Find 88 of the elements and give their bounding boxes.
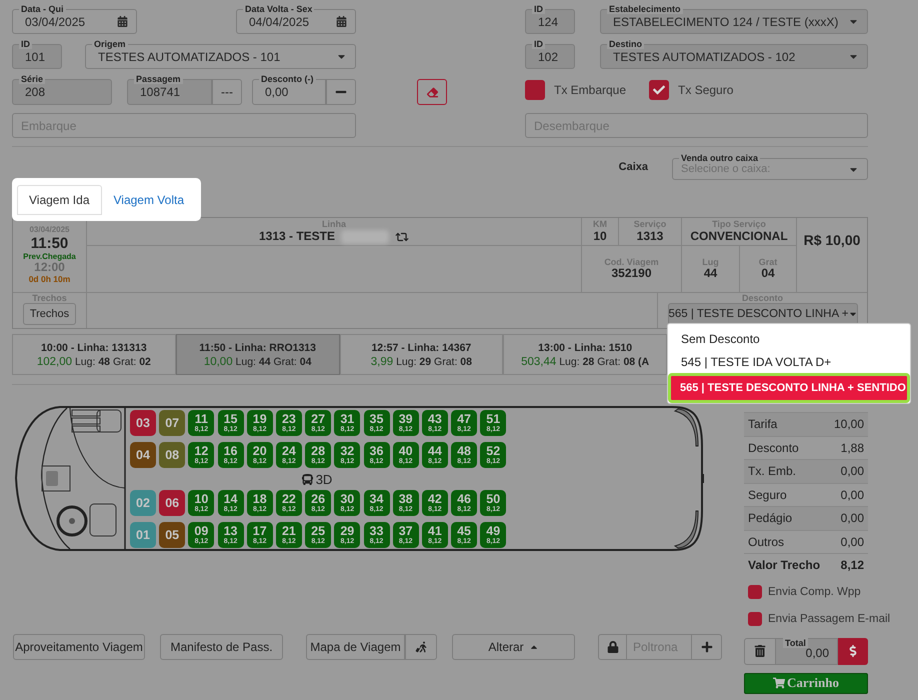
checkbox[interactable] bbox=[748, 584, 762, 598]
field-label: Série bbox=[19, 74, 46, 84]
summary-value: 1,88 bbox=[840, 440, 864, 455]
seats-value: 44 bbox=[704, 267, 718, 282]
plus-icon bbox=[700, 640, 712, 652]
checkbox[interactable] bbox=[525, 80, 545, 100]
trip-option-card[interactable]: 12:57 - Linha: 14367 3,99 Lug: 29 Grat: 08 bbox=[340, 334, 504, 375]
field-label: Desconto (-) bbox=[259, 74, 316, 84]
service-value: 1313 bbox=[636, 230, 664, 244]
field-label: ID bbox=[532, 4, 545, 14]
dropdown-option[interactable]: 565 | TESTE DESCONTO LINHA + SENTIDO bbox=[668, 373, 910, 403]
line-name: 1313 - TESTE bbox=[258, 230, 336, 244]
trip-option-card[interactable]: 10:00 - Linha: 131313 102,00 Lug: 48 Grat: 02 bbox=[12, 334, 176, 375]
bus-icon bbox=[302, 474, 313, 484]
summary-value: 10,00 bbox=[834, 417, 864, 432]
trip-code-value: 352190 bbox=[611, 267, 652, 282]
summary-value: 0,00 bbox=[840, 534, 864, 549]
action-button[interactable]: Manifesto de Pass. bbox=[160, 634, 283, 660]
summary-label: Seguro bbox=[748, 488, 787, 502]
seat[interactable]: 08 bbox=[159, 442, 186, 468]
checkbox-label: Tx Seguro bbox=[678, 82, 734, 96]
trip-duration: 0d 0h 10m bbox=[28, 274, 70, 285]
departure-time: 11:50 bbox=[30, 234, 68, 252]
trip-option-card[interactable]: 13:00 - Linha: 1510 503,44 Lug: 28 Grat: 08 (A bbox=[503, 334, 667, 375]
field-label: Total bbox=[783, 638, 808, 648]
field-label: ID bbox=[532, 39, 545, 49]
seat[interactable]: 01 bbox=[130, 522, 156, 548]
summary-label: Tarifa bbox=[748, 417, 778, 432]
pay-button[interactable] bbox=[838, 638, 868, 664]
trash-icon bbox=[754, 645, 766, 657]
blurred-text bbox=[341, 230, 390, 244]
seat[interactable]: 05 bbox=[159, 522, 186, 548]
field-label: Estabelecimento bbox=[607, 4, 683, 14]
summary-value: 8,12 bbox=[840, 558, 864, 572]
arrival-label: Prev.Chegada bbox=[23, 252, 76, 262]
field-label: Destino bbox=[607, 39, 644, 49]
seat[interactable]: 03 bbox=[130, 410, 156, 436]
seat[interactable]: 02 bbox=[130, 490, 156, 516]
summary-value: 0,00 bbox=[840, 464, 864, 478]
lock-icon bbox=[606, 640, 618, 652]
field-label: ID bbox=[19, 39, 32, 49]
trip-price: R$ 10,00 bbox=[804, 232, 860, 248]
action-button[interactable]: Mapa de Viagem bbox=[306, 634, 405, 660]
dropdown-button[interactable]: Alterar bbox=[452, 634, 575, 660]
summary-label: Outros bbox=[748, 534, 784, 549]
km-value: 10 bbox=[593, 230, 607, 244]
field-label: Data - Qui bbox=[19, 4, 66, 14]
total-field: Total 0,00 bbox=[776, 638, 838, 664]
free-seats-value: 04 bbox=[761, 267, 775, 282]
cart-button[interactable]: Carrinho bbox=[744, 672, 868, 694]
summary-label: Pedágio bbox=[748, 511, 792, 526]
seat[interactable]: 07 bbox=[159, 410, 186, 436]
more-button[interactable]: --- bbox=[212, 79, 242, 105]
checkbox[interactable] bbox=[748, 612, 762, 626]
field-label: Passagem bbox=[134, 74, 183, 84]
seat[interactable]: 04 bbox=[130, 442, 156, 468]
trip-option-card[interactable]: 11:50 - Linha: RRO1313 10,00 Lug: 44 Grat: 04 bbox=[176, 334, 340, 375]
action-button[interactable]: Aproveitamento Viagem bbox=[13, 634, 145, 660]
delete-button[interactable] bbox=[744, 638, 776, 664]
deck-label: 3D bbox=[316, 472, 332, 486]
checkbox-label: Tx Embarque bbox=[554, 82, 626, 96]
cashier-label: Caixa bbox=[618, 160, 648, 172]
summary-value: 0,00 bbox=[840, 488, 864, 502]
tab[interactable]: Viagem Ida bbox=[17, 185, 102, 215]
segments-button[interactable]: Trechos bbox=[22, 303, 76, 325]
summary-value: 0,00 bbox=[840, 511, 864, 526]
checkbox-label: Envia Comp. Wpp bbox=[768, 586, 861, 598]
seat[interactable]: 06 bbox=[159, 490, 186, 516]
walking-luggage-icon bbox=[415, 640, 427, 652]
summary-label: Tx. Emb. bbox=[748, 464, 796, 478]
dollar-icon bbox=[847, 645, 859, 657]
check-icon bbox=[653, 84, 666, 96]
summary-label: Desconto bbox=[748, 440, 799, 455]
field-label: Data Volta - Sex bbox=[243, 4, 314, 14]
field-label: Venda outro caixa bbox=[679, 153, 760, 163]
luggage-button[interactable] bbox=[405, 634, 437, 660]
summary-label: Valor Trecho bbox=[748, 558, 820, 572]
checkbox-label: Envia Passagem E-mail bbox=[768, 612, 890, 624]
minus-button[interactable] bbox=[326, 79, 356, 105]
calendar-icon bbox=[117, 16, 128, 27]
field-label: Origem bbox=[92, 39, 128, 49]
calendar-icon bbox=[336, 16, 347, 27]
checkbox[interactable] bbox=[649, 80, 670, 100]
cart-icon bbox=[773, 677, 785, 689]
service-type-value: CONVENCIONAL bbox=[690, 230, 788, 244]
eraser-button[interactable] bbox=[417, 79, 447, 105]
eraser-icon bbox=[426, 86, 438, 98]
discount-select[interactable]: 565 | TESTE DESCONTO LINHA + bbox=[668, 303, 858, 325]
